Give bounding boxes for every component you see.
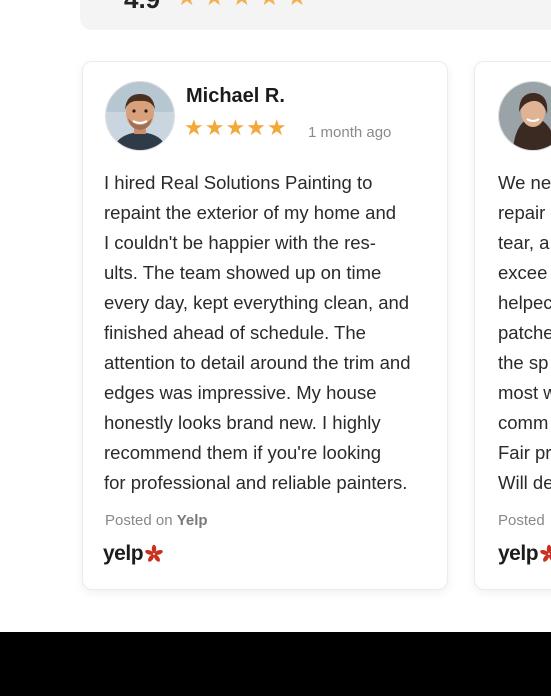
review-text-line: I couldn't be happier with the res- [104, 232, 376, 253]
review-text-line: Will de [498, 472, 551, 493]
review-source: Posted on Yelp [105, 512, 208, 529]
summary-stars: ★★★★★ [176, 0, 314, 10]
review-text-line: finished ahead of schedule. The [104, 322, 366, 343]
review-text-line: We ne [498, 172, 551, 193]
review-date: 1 month ago [308, 124, 392, 141]
review-text-line: recommend them if you're looking [104, 442, 382, 463]
yelp-logo-text: yelp [103, 542, 144, 565]
review-text-line: helpec [498, 292, 551, 313]
yelp-logo[interactable]: yelp [498, 541, 551, 567]
review-text-line: repair [498, 202, 546, 223]
review-text-line: I hired Real Solutions Painting to [104, 172, 373, 193]
posted-on-label: Posted [498, 512, 545, 529]
yelp-logo[interactable]: yelp [103, 541, 164, 567]
star-rating: ★★★★★ [184, 115, 288, 140]
review-text-line: attention to detail around the trim and [104, 352, 411, 373]
review-text-line: ults. The team showed up on time [104, 262, 382, 283]
review-text-line: for professional and reliable painters. [104, 472, 408, 493]
review-text-line: every day, kept everything clean, and [104, 292, 410, 313]
review-text: We ne repair tear, a excee helpec patche… [498, 168, 551, 498]
source-name: Yelp [176, 512, 208, 529]
review-source: Posted [498, 512, 545, 529]
reviews-section: 4.9 ★★★★★ Michael R. ★★★★★ 1 month ago I… [0, 0, 551, 632]
reviewer-name: Michael R. [186, 85, 285, 107]
review-text-line: tear, a [498, 232, 550, 253]
review-text-line: edges was impressive. My house [104, 382, 377, 403]
review-text-line: comm [498, 412, 549, 433]
review-text-line: excee [498, 262, 548, 283]
yelp-logo-text: yelp [498, 542, 539, 565]
reviewer-avatar [498, 81, 551, 151]
rating-summary: 4.9 ★★★★★ [80, 0, 551, 30]
review-text-line: honestly looks brand new. I highly [104, 412, 381, 433]
yelp-burst-icon [145, 544, 163, 562]
review-text-line: repaint the exterior of my home and [104, 202, 397, 223]
review-text-line: Fair pr [498, 442, 551, 463]
reviewer-avatar [105, 81, 175, 151]
review-text-line: most w [498, 382, 551, 403]
review-card: We ne repair tear, a excee helpec patche… [474, 61, 551, 590]
review-text-line: the sp [498, 352, 549, 373]
summary-rating-value: 4.9 [124, 0, 160, 12]
review-text-line: patche [498, 322, 551, 343]
review-text: I hired Real Solutions Painting to repai… [104, 168, 444, 498]
posted-on-label: Posted on [105, 512, 173, 529]
review-card: Michael R. ★★★★★ 1 month ago I hired Rea… [82, 61, 448, 590]
yelp-burst-icon [540, 544, 551, 562]
